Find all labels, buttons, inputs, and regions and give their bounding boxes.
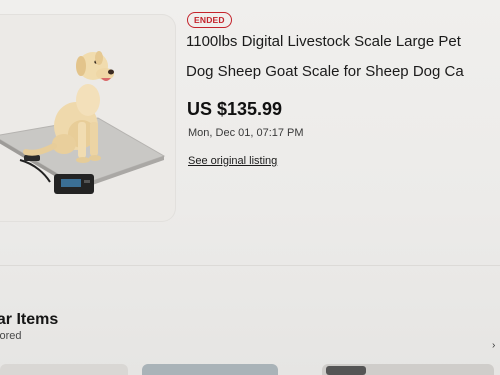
section-divider [0, 265, 500, 266]
scroll-arrow-icon[interactable]: › [492, 340, 495, 351]
similar-items-subtitle: sored [0, 330, 22, 342]
listing-date: Mon, Dec 01, 07:17 PM [188, 127, 304, 139]
listing-price: US $135.99 [187, 99, 283, 119]
similar-item-card[interactable] [0, 364, 128, 375]
listing-title-line-1[interactable]: 1100lbs Digital Livestock Scale Large Pe… [186, 33, 461, 50]
see-original-listing-link[interactable]: See original listing [188, 155, 277, 167]
listing-page: ENDED 1100lbs Digital Livestock Scale La… [0, 0, 500, 375]
similar-items-heading: ilar Items [0, 311, 59, 328]
product-photo [0, 51, 166, 194]
status-badge: ENDED [187, 12, 232, 28]
similar-item-card[interactable] [322, 364, 494, 375]
listing-title-line-2[interactable]: Dog Sheep Goat Scale for Sheep Dog Ca [186, 63, 464, 80]
product-image[interactable] [0, 14, 176, 222]
similar-item-card[interactable] [142, 364, 278, 375]
similar-items-carousel [0, 364, 500, 375]
